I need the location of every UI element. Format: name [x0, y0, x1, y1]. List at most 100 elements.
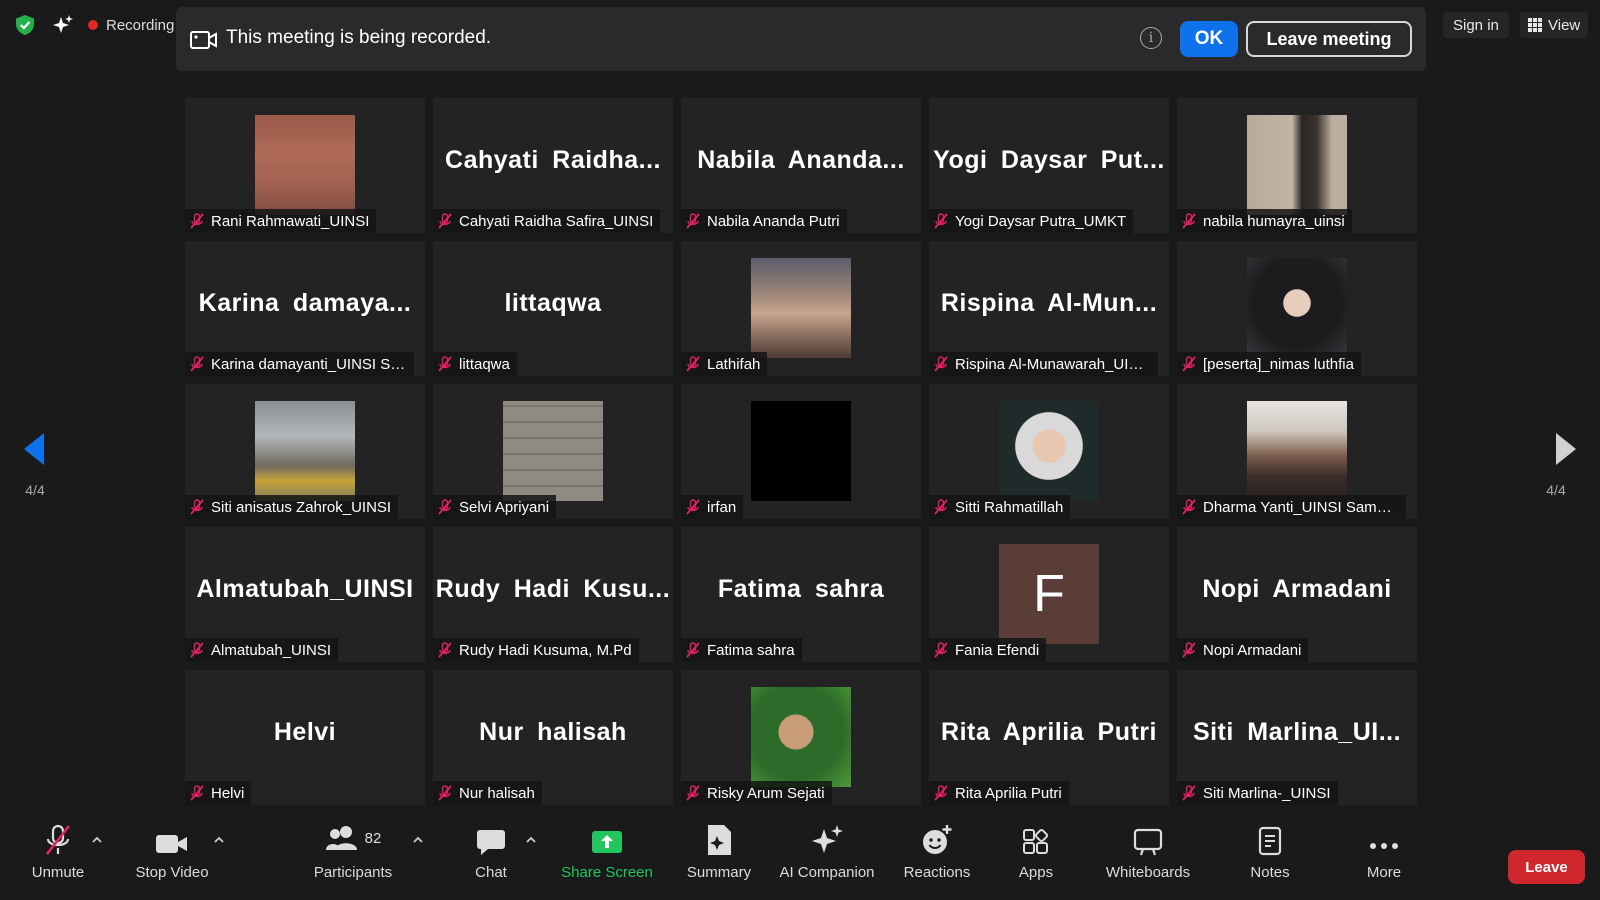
participant-tile[interactable]: Cahyati Raidha... Cahyati Raidha Safira_U…	[433, 98, 673, 233]
leave-meeting-button[interactable]: Leave meeting	[1246, 21, 1412, 57]
participant-display-name: Yogi Daysar Put...	[933, 146, 1165, 174]
leave-button[interactable]: Leave	[1508, 850, 1585, 884]
participant-photo	[255, 401, 355, 501]
audio-options-caret-icon[interactable]	[91, 834, 103, 846]
participant-tile[interactable]: Nopi Armadani Nopi Armadani	[1177, 527, 1417, 662]
participant-photo	[255, 115, 355, 215]
participant-name: Siti anisatus Zahrok_UINSI	[211, 498, 392, 516]
muted-mic-icon	[190, 213, 204, 229]
participant-tile[interactable]: Fatima sahra Fatima sahra	[681, 527, 921, 662]
participants-options-caret-icon[interactable]	[412, 834, 424, 846]
participant-tile[interactable]: Helvi Helvi	[185, 670, 425, 805]
stop-video-button[interactable]: Stop Video	[132, 820, 212, 900]
participant-photo	[751, 258, 851, 358]
summary-button[interactable]: Summary	[682, 820, 756, 900]
video-options-caret-icon[interactable]	[213, 834, 225, 846]
muted-mic-icon	[438, 785, 452, 801]
ai-companion-label: AI Companion	[779, 864, 875, 881]
sign-in-button[interactable]: Sign in	[1443, 12, 1509, 38]
whiteboards-button[interactable]: Whiteboards	[1100, 820, 1196, 900]
participant-tile[interactable]: Siti Marlina_UI... Siti Marlina-_UINSI	[1177, 670, 1417, 805]
participant-tile[interactable]: Dharma Yanti_UINSI Samari...	[1177, 384, 1417, 519]
shield-icon[interactable]	[14, 14, 36, 36]
participant-tile[interactable]: Rudy Hadi Kusu... Rudy Hadi Kusuma, M.Pd	[433, 527, 673, 662]
apps-button[interactable]: Apps	[1016, 820, 1056, 900]
participant-photo	[503, 401, 603, 501]
chat-options-caret-icon[interactable]	[525, 834, 537, 846]
participant-name: irfan	[707, 498, 737, 516]
participants-button[interactable]: 82 Participants	[309, 820, 397, 900]
participant-tile[interactable]: Nabila Ananda... Nabila Ananda Putri	[681, 98, 921, 233]
participant-tile[interactable]: Yogi Daysar Put... Yogi Daysar Putra_UMKT	[929, 98, 1169, 233]
participant-tile[interactable]: Rispina Al-Mun... Rispina Al-Munawarah_UI…	[929, 241, 1169, 376]
participant-photo	[1247, 258, 1347, 358]
unmute-button[interactable]: Unmute	[26, 820, 90, 900]
more-button[interactable]: More	[1364, 820, 1404, 900]
participant-tile[interactable]: Nur halisah Nur halisah	[433, 670, 673, 805]
recording-indicator[interactable]: Recording	[88, 12, 174, 38]
ai-sparkle-icon[interactable]	[52, 14, 74, 36]
info-icon[interactable]: i	[1140, 27, 1162, 49]
participant-tile[interactable]: Karina damaya... Karina damayanti_UINSI S…	[185, 241, 425, 376]
participant-tile[interactable]: Almatubah_UINSI Almatubah_UINSI	[185, 527, 425, 662]
participant-tile[interactable]: Sitti Rahmatillah	[929, 384, 1169, 519]
participant-name: Nabila Ananda Putri	[707, 212, 840, 230]
participant-tile[interactable]: Rani Rahmawati_UINSI	[185, 98, 425, 233]
participant-name: Fatima sahra	[707, 641, 795, 659]
reactions-button[interactable]: Reactions	[897, 820, 977, 900]
participant-display-name: littaqwa	[504, 289, 602, 317]
participant-nameplate: Risky Arum Sejati	[681, 781, 832, 805]
participant-nameplate: Nur halisah	[433, 781, 542, 805]
smiley-plus-icon	[923, 825, 952, 854]
gallery-grid: Rani Rahmawati_UINSI Cahyati Raidha... Cah…	[185, 98, 1417, 805]
participant-display-name: Helvi	[273, 718, 337, 746]
share-screen-icon	[592, 831, 622, 853]
participant-tile[interactable]: littaqwa littaqwa	[433, 241, 673, 376]
participant-tile[interactable]: F Fania Efendi	[929, 527, 1169, 662]
participant-tile[interactable]: Risky Arum Sejati	[681, 670, 921, 805]
participant-initial-avatar: F	[999, 544, 1099, 644]
muted-mic-icon	[934, 356, 948, 372]
view-button[interactable]: View	[1520, 12, 1589, 38]
participant-tile[interactable]: irfan	[681, 384, 921, 519]
participant-name: Rita Aprilia Putri	[955, 784, 1062, 802]
ai-companion-button[interactable]: AI Companion	[773, 820, 881, 900]
participant-count: 82	[364, 829, 382, 847]
reactions-label: Reactions	[903, 864, 971, 881]
muted-mic-icon	[934, 642, 948, 658]
muted-mic-icon	[1182, 499, 1196, 515]
participant-nameplate: Lathifah	[681, 352, 768, 376]
participants-icon	[325, 826, 357, 850]
participant-name: Sitti Rahmatillah	[955, 498, 1064, 516]
participant-tile[interactable]: Selvi Apriyani	[433, 384, 673, 519]
participant-nameplate: Karina damayanti_UINSI Sa...	[185, 352, 414, 376]
participant-name: Almatubah_UINSI	[211, 641, 332, 659]
muted-mic-icon	[438, 213, 452, 229]
participant-tile[interactable]: [peserta]_nimas luthfia	[1177, 241, 1417, 376]
participant-tile[interactable]: Lathifah	[681, 241, 921, 376]
participant-tile[interactable]: Rita Aprilia Putri Rita Aprilia Putri	[929, 670, 1169, 805]
next-page-button[interactable]: 4/4	[1546, 432, 1578, 498]
muted-mic-icon	[438, 356, 452, 372]
muted-mic-icon	[1182, 642, 1196, 658]
participant-display-name: Rudy Hadi Kusu...	[435, 575, 671, 603]
summary-label: Summary	[686, 864, 752, 881]
participant-display-name: Karina damaya...	[198, 289, 412, 317]
participant-photo	[1247, 115, 1347, 215]
apps-icon	[1023, 828, 1049, 854]
ok-button[interactable]: OK	[1180, 21, 1238, 57]
participant-name: Yogi Daysar Putra_UMKT	[955, 212, 1127, 230]
participant-tile[interactable]: nabila humayra_uinsi	[1177, 98, 1417, 233]
participant-tile[interactable]: Siti anisatus Zahrok_UINSI	[185, 384, 425, 519]
more-dots-icon	[1370, 843, 1398, 849]
notes-button[interactable]: Notes	[1248, 820, 1292, 900]
participant-name: Fania Efendi	[955, 641, 1040, 659]
participant-name: [peserta]_nimas luthfia	[1203, 355, 1354, 373]
chat-button[interactable]: Chat	[469, 820, 513, 900]
muted-mic-icon	[1182, 213, 1196, 229]
previous-page-button[interactable]: 4/4	[22, 432, 46, 498]
participant-name: Nur halisah	[459, 784, 535, 802]
muted-mic-icon	[686, 785, 700, 801]
participant-photo	[999, 401, 1099, 501]
share-screen-button[interactable]: Share Screen	[561, 820, 653, 900]
